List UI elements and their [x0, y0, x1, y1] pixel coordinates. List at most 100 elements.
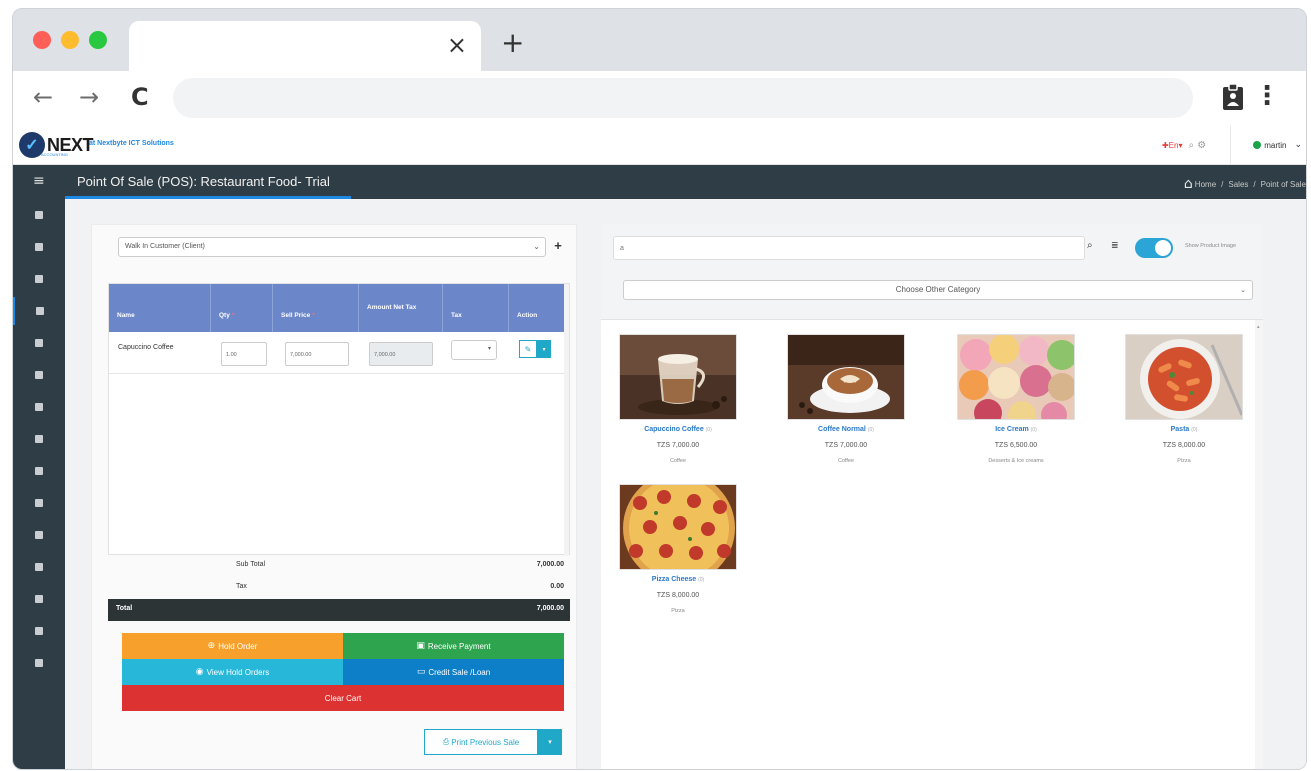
clipboard-icon[interactable] [1222, 83, 1244, 111]
product-image-latte[interactable] [787, 334, 905, 420]
chevron-down-icon: ⌄ [533, 242, 540, 251]
credit-card-icon: ▭ [416, 667, 426, 677]
customer-select[interactable]: Walk In Customer (Client) ⌄ [118, 237, 546, 257]
app-header: ✓ NEXT ACCOUNTING at Nextbyte ICT Soluti… [13, 125, 1306, 165]
product-name[interactable]: Pizza Cheese (0) [601, 576, 755, 583]
list-view-icon[interactable]: ≣ [1111, 241, 1119, 251]
sidebar-chart-icon[interactable] [13, 233, 65, 261]
reload-button[interactable]: C [131, 83, 149, 111]
category-select[interactable]: Choose Other Category ⌄ [623, 280, 1253, 300]
address-bar[interactable] [173, 78, 1193, 118]
sidebar-file-icon[interactable] [13, 553, 65, 581]
language-selector[interactable]: ✚En▾ [1162, 141, 1183, 150]
product-category: Desserts & Ice creams [988, 458, 1044, 464]
product-name[interactable]: Ice Cream (0) [939, 426, 1093, 433]
hold-order-button[interactable]: ⊕ Hold Order [122, 633, 343, 659]
company-name: at Nextbyte ICT Solutions [89, 140, 174, 147]
sidebar-users-icon[interactable] [13, 361, 65, 389]
product-price: TZS 8,000.00 [1162, 442, 1206, 449]
chevron-down-icon: ⌄ [1294, 140, 1302, 150]
qty-input[interactable]: 1.00 [221, 342, 267, 366]
sell-price-input[interactable]: 7,000.00 [285, 342, 349, 366]
print-previous-sale-button[interactable]: ⎙ Print Previous Sale [424, 729, 538, 755]
sidebar-money-icon[interactable] [13, 489, 65, 517]
sidebar-cogs-icon[interactable] [13, 585, 65, 613]
breadcrumb-home[interactable]: Home [1195, 180, 1216, 189]
product-name[interactable]: Pasta (0) [1107, 426, 1261, 433]
show-image-toggle[interactable] [1135, 238, 1173, 258]
sidebar-dashboard-icon[interactable] [13, 201, 65, 229]
product-image-pasta[interactable] [1125, 334, 1243, 420]
print-icon: ⎙ [442, 737, 450, 746]
product-name[interactable]: Coffee Normal (0) [769, 426, 923, 433]
breadcrumb-sales[interactable]: Sales [1228, 180, 1248, 189]
search-icon[interactable]: ⌕ [1087, 240, 1093, 251]
sidebar-pos-icon[interactable] [13, 297, 65, 325]
sidebar-list-icon[interactable] [13, 649, 65, 677]
product-image-cappuccino[interactable] [619, 334, 737, 420]
sidebar-calculator-icon[interactable] [13, 329, 65, 357]
product-category: Coffee [669, 458, 687, 464]
back-button[interactable]: ← [33, 83, 53, 111]
sidebar-building-icon[interactable] [13, 393, 65, 421]
clear-cart-button[interactable]: Clear Cart [122, 685, 564, 711]
browser-toolbar: ← → C ⋮ [13, 71, 1306, 125]
page-title: Point Of Sale (POS): Restaurant Food- Tr… [77, 174, 330, 189]
forward-button[interactable]: → [79, 83, 99, 111]
credit-sale-button[interactable]: ▭ Credit Sale /Loan [343, 659, 564, 685]
cart-table-header: Name Qty * Sell Price * Amount Net Tax Tax… [109, 284, 566, 332]
browser-menu-icon[interactable]: ⋮ [1254, 81, 1280, 111]
user-menu[interactable]: martin ⌄ [1253, 140, 1302, 150]
tab-close-icon[interactable]: × [447, 33, 467, 57]
product-name[interactable]: Capuccino Coffee (0) [601, 426, 755, 433]
row-action-group: ✎ ▾ [519, 340, 551, 358]
eye-icon: ◉ [195, 667, 204, 677]
home-icon[interactable]: ⌂ [1184, 176, 1193, 192]
header-divider [1230, 125, 1232, 165]
header-right: ✚En▾ ⌕ ⚙ martin ⌄ [1162, 125, 1306, 165]
chevron-down-icon: ⌄ [1240, 286, 1246, 294]
money-icon: ▣ [416, 641, 425, 651]
print-dropdown[interactable]: ▾ [538, 729, 562, 755]
sidebar-invoice-icon[interactable] [13, 457, 65, 485]
tax-row: Tax 0.00 [108, 577, 570, 599]
subtotal-label: Sub Total [236, 561, 266, 568]
add-customer-button[interactable]: + [550, 237, 566, 257]
hamburger-menu-icon[interactable]: ≡ [33, 173, 45, 189]
new-tab-button[interactable]: + [501, 29, 524, 57]
receive-payment-button[interactable]: ▣ Receive Payment [343, 633, 564, 659]
row-action-dropdown[interactable]: ▾ [537, 340, 551, 358]
tab-strip: × + [13, 9, 1306, 71]
browser-window: × + ← → C ⋮ ✓ NEXT ACCOUNTING at Nextbyt… [12, 8, 1307, 770]
product-price: TZS 6,500.00 [994, 442, 1038, 449]
product-price: TZS 8,000.00 [656, 592, 700, 599]
language-label: En [1168, 140, 1179, 150]
sidebar-credit-card-icon[interactable] [13, 265, 65, 293]
products-scrollbar[interactable]: ▴ [1255, 320, 1263, 769]
product-image-icecream[interactable] [957, 334, 1075, 420]
maximize-window-button[interactable] [89, 31, 107, 49]
product-image-pizza[interactable] [619, 484, 737, 570]
main-content: Walk In Customer (Client) ⌄ + Name Qty * … [65, 199, 1306, 769]
subtotal-value: 7,000.00 [536, 561, 564, 568]
edit-icon[interactable]: ✎ [519, 340, 537, 358]
total-row: Total 7,000.00 [108, 599, 570, 621]
cart-scrollbar[interactable] [564, 284, 569, 556]
tax-select[interactable]: ▾ [451, 340, 497, 360]
browser-tab[interactable]: × [129, 21, 481, 71]
sidebar-bell-icon[interactable] [13, 521, 65, 549]
table-row: Capuccino Coffee 1.00 7,000.00 7,000.00 … [109, 332, 566, 374]
sidebar-id-card-icon[interactable] [13, 617, 65, 645]
page-title-bar: ≡ Point Of Sale (POS): Restaurant Food- … [13, 165, 1306, 199]
sidebar-people-icon[interactable] [13, 425, 65, 453]
show-image-label: Show Product Image [1185, 243, 1237, 249]
breadcrumb: ⌂ Home / Sales / Point of Sale [1183, 176, 1306, 192]
search-area: a ⌕ ≣ Show Product Image Choose Other Ca… [601, 224, 1263, 320]
close-window-button[interactable] [33, 31, 51, 49]
scroll-up-icon[interactable]: ▴ [1257, 324, 1260, 330]
view-hold-orders-button[interactable]: ◉ View Hold Orders [122, 659, 343, 685]
plus-circle-icon: ⊕ [207, 641, 216, 651]
product-search-input[interactable]: a [613, 236, 1085, 260]
search-settings-icons[interactable]: ⌕ ⚙ [1188, 140, 1206, 151]
minimize-window-button[interactable] [61, 31, 79, 49]
